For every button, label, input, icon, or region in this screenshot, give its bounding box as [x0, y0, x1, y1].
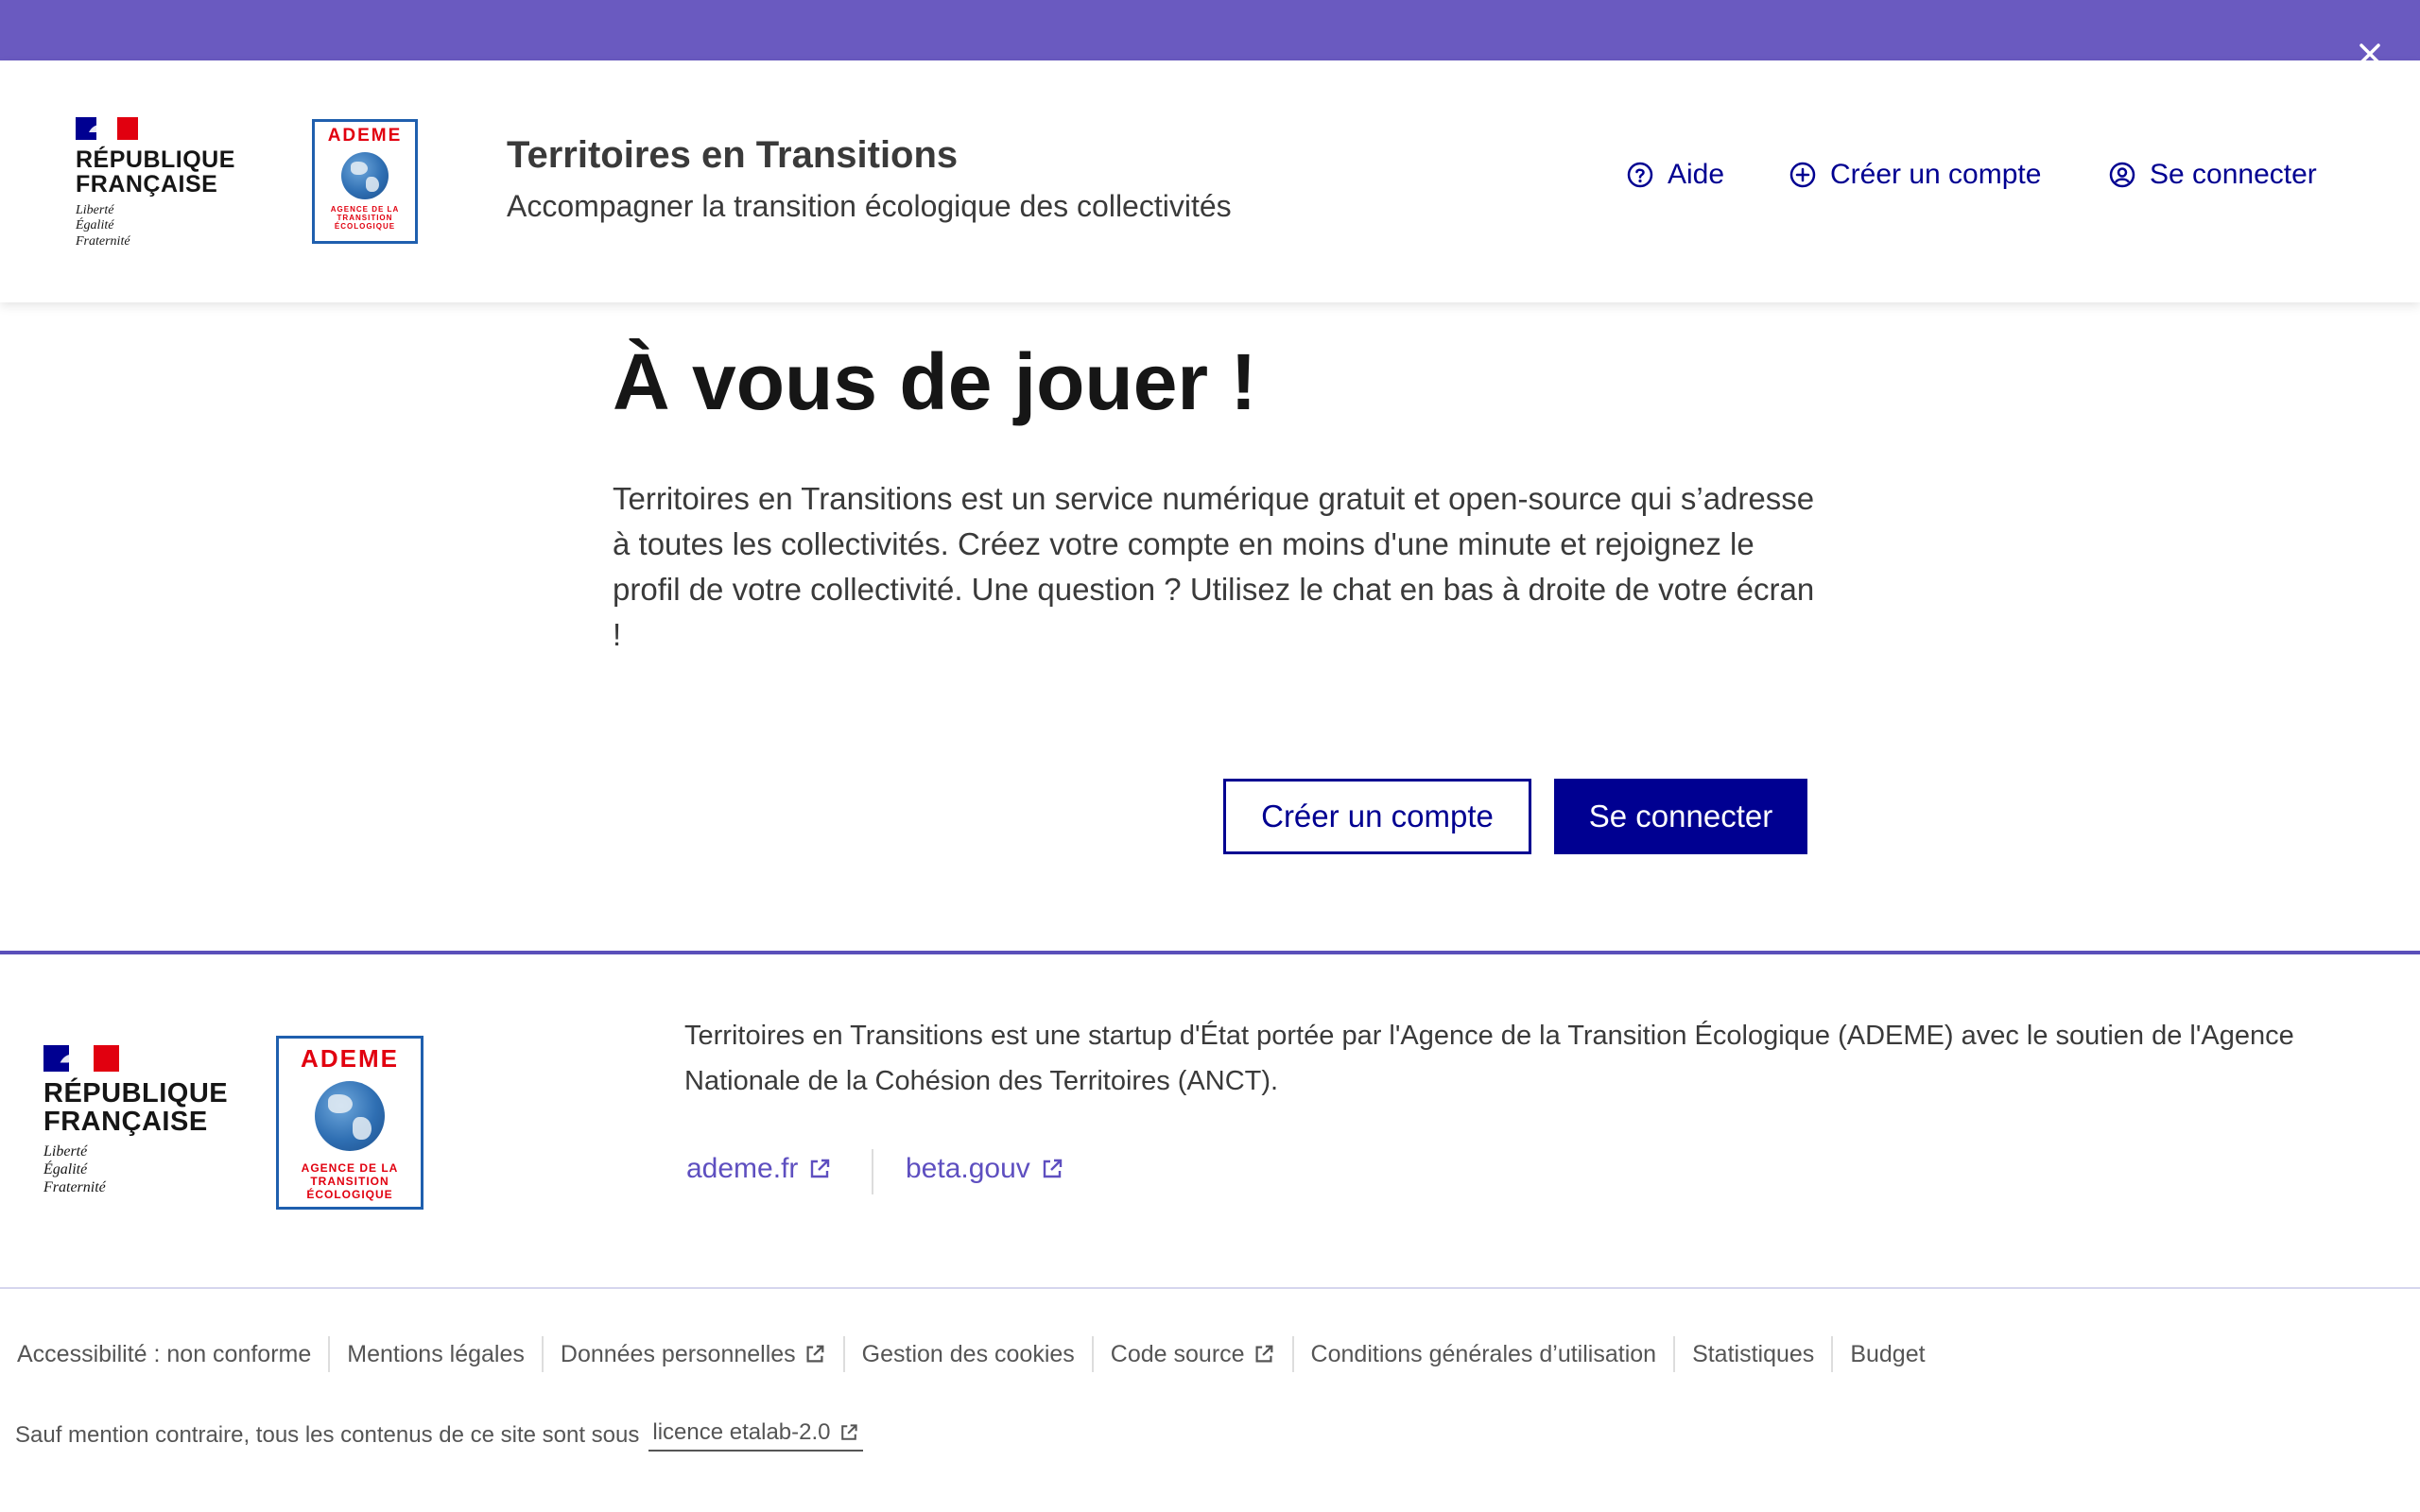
external-link-icon [1255, 1345, 1272, 1363]
add-circle-icon [1789, 162, 1816, 188]
service-tagline: Accompagner la transition écologique des… [507, 189, 1232, 223]
footer-accessibilite-label: Accessibilité : non conforme [17, 1340, 312, 1367]
ademe-sub-3: ÉCOLOGIQUE [334, 222, 396, 232]
motto-fraternite: Fraternité [76, 234, 130, 249]
footer-link-ademe[interactable]: ademe.fr [686, 1153, 832, 1185]
footer-code-source-link[interactable]: Code source [1111, 1341, 1275, 1368]
separator [1291, 1336, 1294, 1372]
footer-bottom-links: Accessibilité : non conforme Mentions lé… [17, 1336, 1926, 1372]
footer-accessibilite-link[interactable]: Accessibilité : non conforme [17, 1341, 311, 1368]
top-banner [0, 0, 2420, 60]
nav-se-connecter-link[interactable]: Se connecter [2108, 159, 2317, 191]
footer-mentions-label: Mentions légales [347, 1340, 525, 1367]
nav-aide-label: Aide [1668, 159, 1725, 190]
ademe-sub-1: AGENCE DE LA [330, 205, 400, 214]
external-link-icon [840, 1424, 857, 1440]
separator [842, 1336, 845, 1372]
republique-francaise-logo[interactable]: RÉPUBLIQUE FRANÇAISE Liberté Égalité Fra… [76, 117, 235, 250]
external-link-icon [811, 1159, 830, 1178]
footer-motto-fraternite: Fraternité [43, 1179, 106, 1196]
se-connecter-button[interactable]: Se connecter [1554, 779, 1807, 854]
footer-cookies-label: Gestion des cookies [861, 1340, 1075, 1367]
creer-compte-button[interactable]: Créer un compte [1223, 779, 1531, 854]
motto-liberte: Liberté [76, 202, 114, 217]
help-icon [1627, 162, 1653, 188]
footer-stats-link[interactable]: Statistiques [1692, 1341, 1814, 1368]
footer-bottom-divider [0, 1287, 2420, 1289]
nav-se-connecter-label: Se connecter [2150, 159, 2317, 190]
footer-donnees-link[interactable]: Données personnelles [561, 1341, 826, 1368]
footer-motto-liberte: Liberté [43, 1143, 88, 1160]
footer-budget-label: Budget [1850, 1340, 1926, 1367]
separator [328, 1336, 331, 1372]
footer-link-separator [872, 1149, 873, 1194]
account-circle-icon [2109, 162, 2135, 188]
globe-icon [341, 152, 389, 199]
page-title: À vous de jouer ! [613, 337, 1257, 426]
external-link-icon [806, 1345, 824, 1363]
ademe-sub-2: TRANSITION [337, 214, 393, 223]
french-flag-icon [43, 1045, 120, 1072]
footer-republique-line-1: RÉPUBLIQUE [43, 1078, 229, 1108]
separator [1091, 1336, 1094, 1372]
nav-aide-link[interactable]: Aide [1626, 159, 1724, 191]
footer-mentions-link[interactable]: Mentions légales [347, 1341, 525, 1368]
footer-ademe-sub-3: ÉCOLOGIQUE [306, 1187, 393, 1201]
footer-ademe-sub-1: AGENCE DE LA [301, 1161, 399, 1175]
motto-egalite: Égalité [76, 218, 114, 233]
footer-ademe-sub-2: TRANSITION [310, 1174, 389, 1188]
separator [1673, 1336, 1676, 1372]
globe-icon [315, 1081, 385, 1151]
footer-motto-egalite: Égalité [43, 1161, 88, 1178]
footer-republique-line-2: FRANÇAISE [43, 1107, 208, 1138]
footer-cookies-link[interactable]: Gestion des cookies [862, 1341, 1075, 1368]
footer-donnees-label: Données personnelles [560, 1340, 796, 1367]
republique-line-2: FRANÇAISE [76, 171, 218, 198]
footer-code-source-label: Code source [1110, 1340, 1245, 1367]
ademe-logo[interactable]: ADEME AGENCE DE LA TRANSITION ÉCOLOGIQUE [312, 119, 418, 244]
footer-licence: Sauf mention contraire, tous les contenu… [15, 1419, 863, 1452]
footer-link-ademe-label: ademe.fr [686, 1153, 799, 1184]
nav-creer-compte-label: Créer un compte [1830, 159, 2042, 190]
footer-cgu-link[interactable]: Conditions générales d’utilisation [1311, 1341, 1657, 1368]
separator [1831, 1336, 1834, 1372]
external-link-icon [1043, 1159, 1062, 1178]
french-flag-icon [76, 117, 138, 140]
footer-budget-link[interactable]: Budget [1850, 1341, 1925, 1368]
footer-link-beta-gouv[interactable]: beta.gouv [906, 1153, 1064, 1185]
footer-republique-francaise-logo[interactable]: RÉPUBLIQUE FRANÇAISE Liberté Égalité Fra… [43, 1045, 228, 1196]
footer-description: Territoires en Transitions est une start… [684, 1021, 2294, 1096]
ademe-logo-name: ADEME [327, 126, 403, 146]
service-title[interactable]: Territoires en Transitions [507, 134, 958, 177]
footer-cgu-label: Conditions générales d’utilisation [1310, 1340, 1657, 1367]
footer-ademe-logo[interactable]: ADEME AGENCE DE LA TRANSITION ÉCOLOGIQUE [276, 1036, 424, 1210]
intro-paragraph: Territoires en Transitions est un servic… [613, 481, 1815, 652]
footer-licence-link[interactable]: licence etalab-2.0 [648, 1419, 863, 1452]
separator [541, 1336, 544, 1372]
footer-top-border [0, 951, 2420, 954]
footer-ademe-logo-name: ADEME [301, 1044, 399, 1073]
nav-creer-compte-link[interactable]: Créer un compte [1789, 159, 2041, 191]
site-header: RÉPUBLIQUE FRANÇAISE Liberté Égalité Fra… [0, 60, 2420, 302]
footer-licence-link-label: licence etalab-2.0 [652, 1419, 831, 1445]
republique-line-1: RÉPUBLIQUE [76, 146, 235, 173]
footer-stats-label: Statistiques [1692, 1340, 1815, 1367]
footer-link-beta-label: beta.gouv [906, 1153, 1030, 1184]
footer-licence-text: Sauf mention contraire, tous les contenu… [15, 1422, 640, 1448]
